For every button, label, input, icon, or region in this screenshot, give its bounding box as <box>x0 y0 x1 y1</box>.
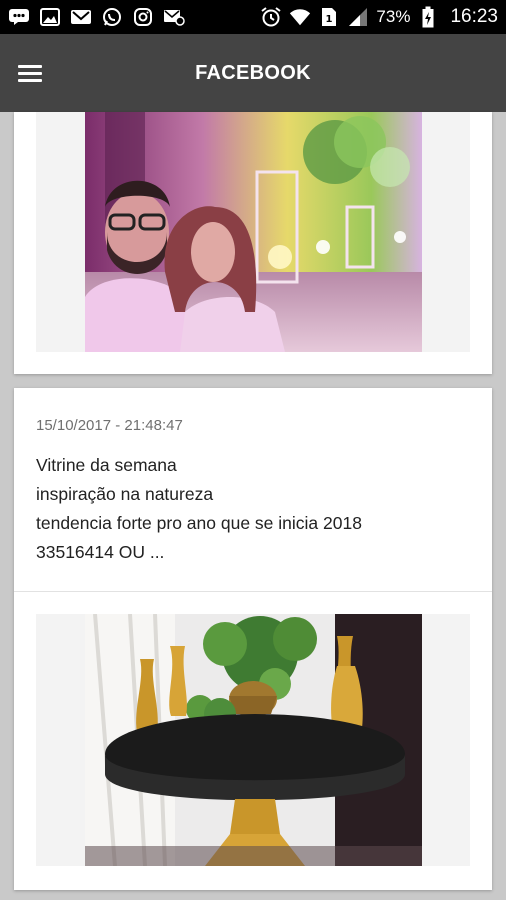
post-photo[interactable] <box>85 112 422 352</box>
post-image-frame <box>36 112 470 352</box>
divider <box>14 591 492 592</box>
post-text-line: inspiração na natureza <box>36 484 214 504</box>
post-text-line: tendencia forte pro ano que se inicia 20… <box>36 513 362 533</box>
alarm-icon <box>260 7 282 27</box>
post-text-line: 33516414 OU ... <box>36 542 165 562</box>
whatsapp-icon <box>101 7 123 27</box>
gmail-icon <box>70 7 92 27</box>
feed-post-card[interactable]: 15/10/2017 - 21:48:47 Vitrine da semana … <box>14 388 492 890</box>
app-bar: FACEBOOK <box>0 34 506 112</box>
battery-percent: 73% <box>376 7 411 26</box>
notification-icons <box>8 7 185 27</box>
gallery-icon <box>39 7 61 27</box>
system-icons: 1 73% 16:23 <box>260 6 498 28</box>
clock: 16:23 <box>450 6 498 27</box>
email-sync-icon <box>163 7 185 27</box>
bbm-icon <box>8 7 30 27</box>
wifi-icon <box>289 7 311 27</box>
signal-icon <box>347 7 369 27</box>
battery-icon <box>417 6 439 28</box>
post-date: 15/10/2017 - 21:48:47 <box>36 417 183 434</box>
svg-text:1: 1 <box>326 14 333 25</box>
post-text: Vitrine da semana inspiração na natureza… <box>36 451 476 567</box>
post-image-frame <box>36 614 470 866</box>
post-text-line: Vitrine da semana <box>36 455 177 475</box>
post-photo[interactable] <box>85 614 422 866</box>
feed-post-card[interactable] <box>14 112 492 374</box>
page-title: FACEBOOK <box>195 61 311 84</box>
status-bar: 1 73% 16:23 <box>0 0 506 34</box>
sim-icon: 1 <box>318 7 340 27</box>
hamburger-menu-icon[interactable] <box>0 34 60 112</box>
instagram-icon <box>132 7 154 27</box>
